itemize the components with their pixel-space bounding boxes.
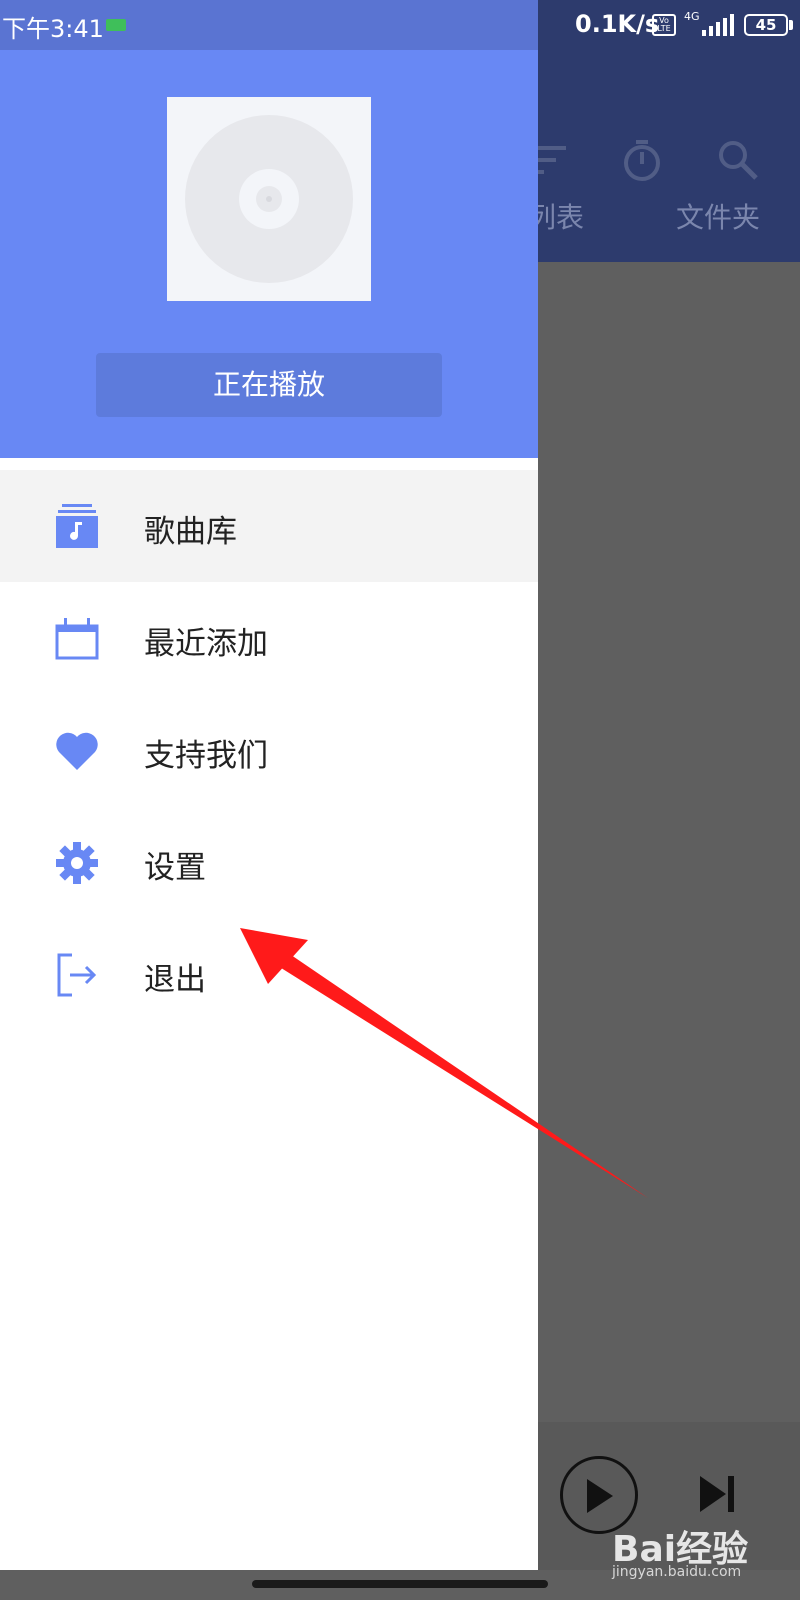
- skip-next-icon: [700, 1476, 734, 1512]
- menu-item-support-us[interactable]: 支持我们: [0, 694, 538, 806]
- home-indicator[interactable]: [252, 1580, 548, 1588]
- charging-icon: [106, 19, 126, 31]
- menu-item-recently-added[interactable]: 最近添加: [0, 582, 538, 694]
- play-icon: [587, 1479, 613, 1513]
- menu-label: 歌曲库: [144, 514, 237, 550]
- gear-icon: [56, 842, 98, 884]
- network-speed: 0.1K/s: [575, 10, 660, 38]
- network-type: 4G: [684, 10, 700, 23]
- search-icon: [719, 141, 758, 180]
- drawer-header: 正在播放: [0, 50, 538, 458]
- watermark-url: jingyan.baidu.com: [612, 1564, 742, 1580]
- menu-label: 最近添加: [144, 626, 268, 662]
- navigation-drawer: 正在播放 歌曲库 最近添加 支持我们 设置 退出: [0, 50, 538, 1570]
- status-bar: 下午3:41 0.1K/s Vo LTE 4G 45: [0, 0, 800, 50]
- menu-item-exit[interactable]: 退出: [0, 918, 538, 1030]
- battery-tip: [789, 20, 793, 30]
- heart-icon: [56, 732, 98, 770]
- menu-item-settings[interactable]: 设置: [0, 806, 538, 918]
- volte-icon: Vo LTE: [652, 14, 676, 36]
- baidu-jingyan-watermark: Bai经验 jingyan.baidu.com: [612, 1520, 792, 1590]
- tab-folder: 文件夹: [676, 201, 761, 234]
- menu-label: 设置: [144, 850, 206, 886]
- timer-icon: [624, 140, 660, 181]
- now-playing-button[interactable]: 正在播放: [96, 353, 442, 417]
- disc-icon: [185, 115, 353, 283]
- battery-icon: 45: [744, 14, 788, 36]
- menu-item-song-library[interactable]: 歌曲库: [0, 470, 538, 582]
- menu-label: 退出: [144, 962, 206, 998]
- exit-icon: [57, 953, 97, 997]
- album-art[interactable]: [167, 97, 371, 301]
- library-music-icon: [56, 504, 98, 548]
- status-time: 下午3:41: [2, 15, 104, 43]
- calendar-icon: [55, 618, 99, 660]
- menu-label: 支持我们: [144, 738, 268, 774]
- signal-4g-icon: 4G: [684, 10, 734, 36]
